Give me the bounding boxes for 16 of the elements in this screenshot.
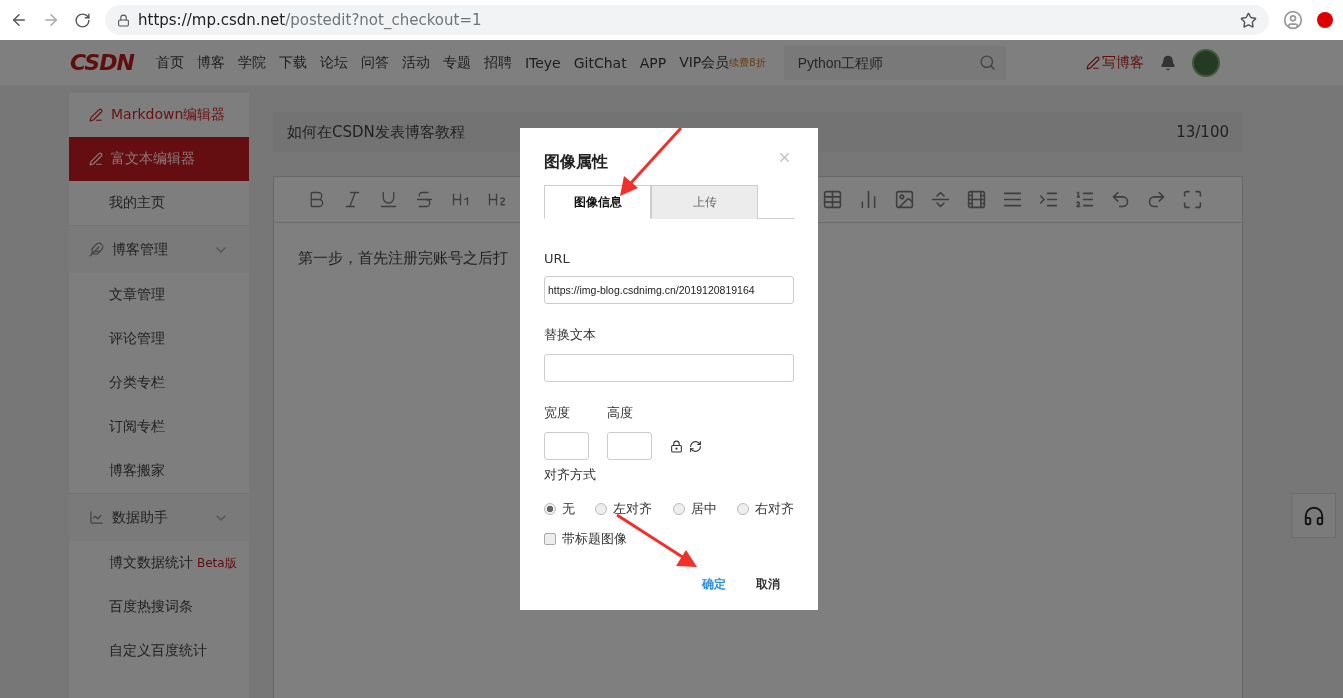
field-label: 替换文本 — [544, 326, 597, 344]
dialog-title: 图像属性 — [544, 152, 608, 173]
body-text: 第一步，首先注册完账号之后打 — [298, 249, 508, 268]
item-label: 博文数据统计 — [109, 554, 193, 572]
field-label: 对齐方式 — [544, 466, 597, 484]
url-host: https://mp.csdn.net — [138, 11, 286, 29]
url-path: /postedit?not_checkout=1 — [285, 11, 482, 29]
field-label: 宽度 — [544, 404, 571, 422]
field-label: 高度 — [607, 404, 633, 422]
article-title: 如何在CSDN发表博客教程 — [287, 122, 465, 142]
discount-label: 续费8折 — [729, 55, 766, 68]
title-counter: 13/100 — [1176, 123, 1229, 141]
group-label: 博客管理 — [112, 240, 169, 259]
field-label: URL — [544, 251, 571, 266]
group-label: 数据助手 — [112, 508, 169, 527]
beta-label: Beta版 — [197, 554, 237, 572]
